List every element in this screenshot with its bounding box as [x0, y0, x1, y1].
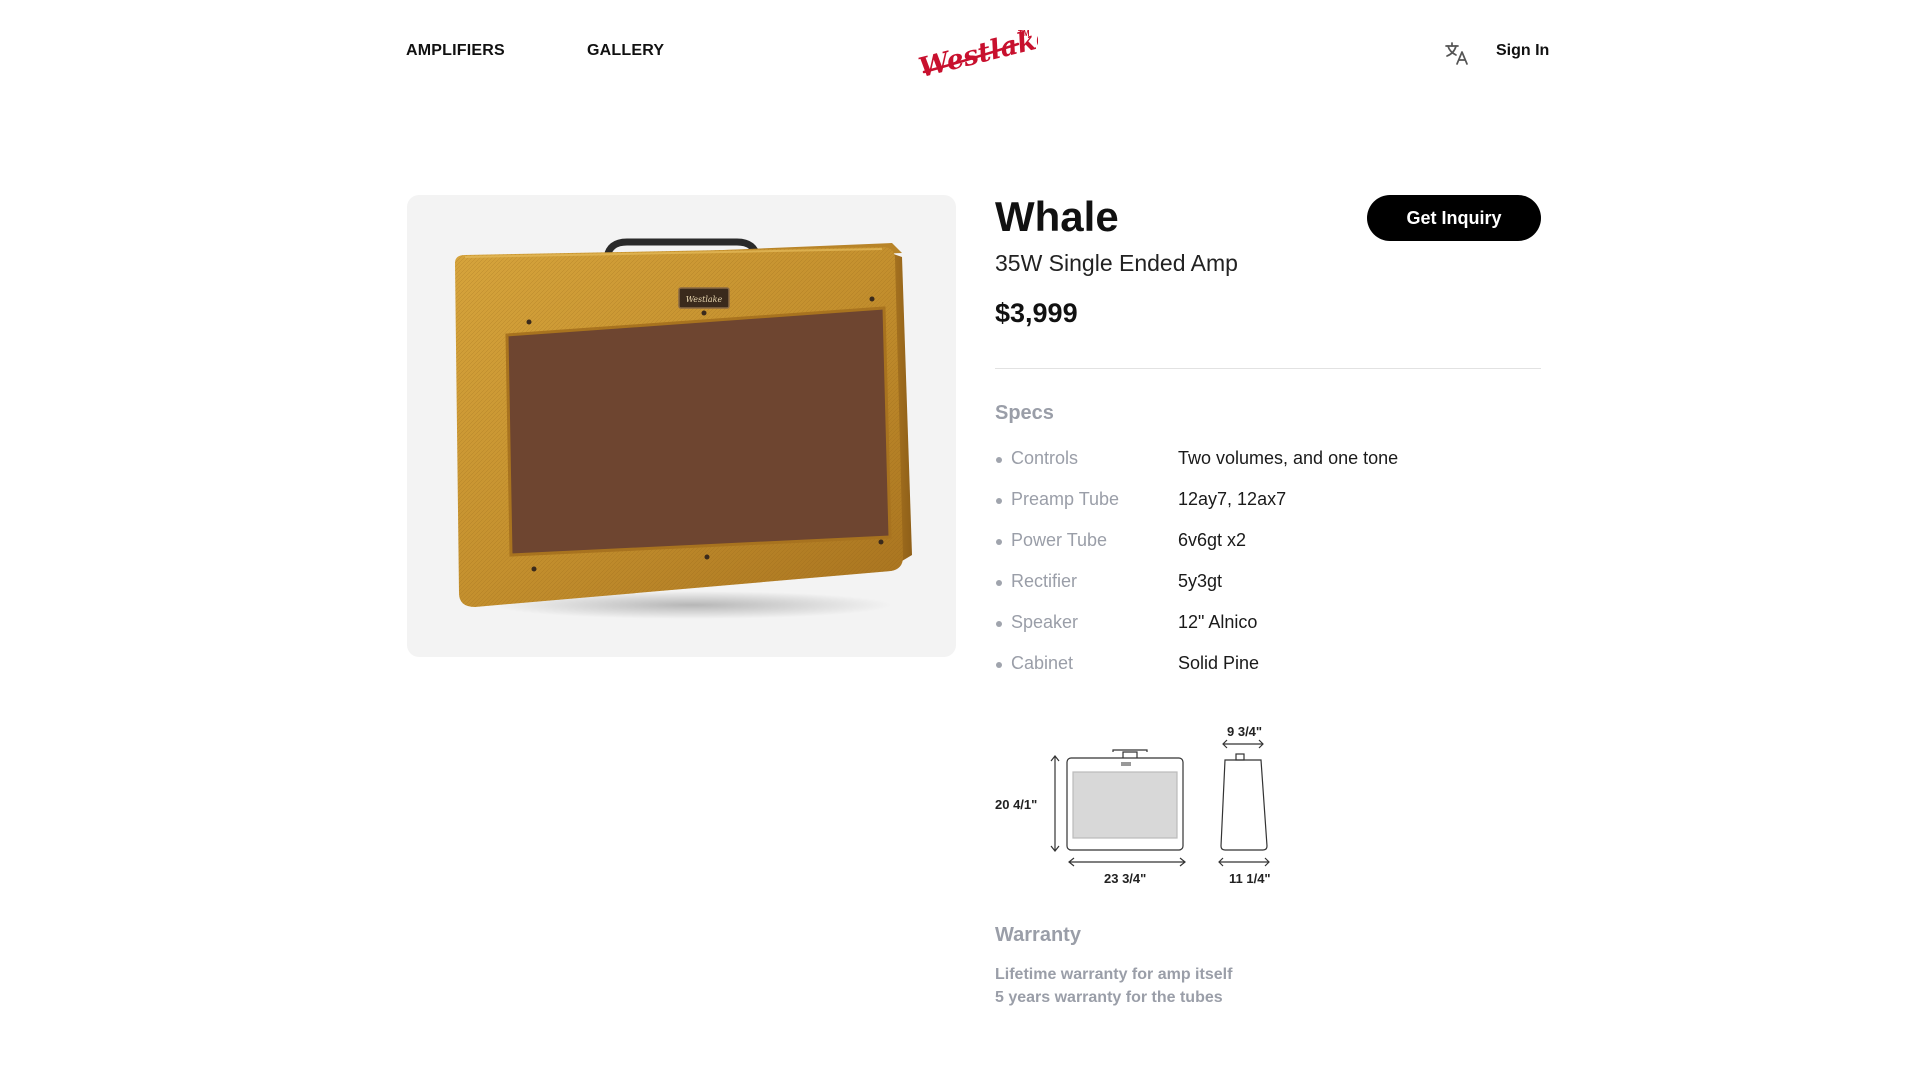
product-title: Whale — [995, 193, 1119, 240]
nav-amplifiers[interactable]: AMPLIFIERS — [406, 42, 505, 60]
bullet-icon — [996, 621, 1002, 627]
bullet-icon — [996, 457, 1002, 463]
bullet-icon — [996, 662, 1002, 668]
spec-row-power-tube: Power Tube 6v6gt x2 — [995, 530, 1541, 571]
spec-row-cabinet: Cabinet Solid Pine — [995, 653, 1541, 694]
spec-row-rectifier: Rectifier 5y3gt — [995, 571, 1541, 612]
warranty-line: Lifetime warranty for amp itself — [995, 966, 1233, 983]
spec-label: Speaker — [1011, 612, 1079, 632]
spec-label: Controls — [1011, 448, 1079, 468]
product-price: $3,999 — [995, 298, 1078, 328]
sign-in-link[interactable]: Sign In — [1496, 42, 1549, 60]
height-dimension: 20 4/1" — [995, 797, 1038, 812]
bullet-icon — [996, 539, 1002, 545]
specs-heading: Specs — [995, 402, 1054, 424]
divider — [995, 368, 1541, 369]
spec-list: Controls Two volumes, and one tone Pream… — [995, 448, 1541, 694]
svg-text:TM: TM — [1018, 29, 1030, 38]
spec-row-controls: Controls Two volumes, and one tone — [995, 448, 1541, 489]
spec-row-preamp-tube: Preamp Tube 12ay7, 12ax7 — [995, 489, 1541, 530]
depth-top-dimension: 9 3/4" — [1227, 724, 1263, 739]
spec-label: Power Tube — [1011, 530, 1108, 550]
spec-value: 12ay7, 12ax7 — [1178, 489, 1287, 509]
spec-label: Cabinet — [1011, 653, 1074, 673]
depth-bottom-dimension: 11 1/4" — [1229, 871, 1271, 886]
bullet-icon — [996, 498, 1002, 504]
spec-value: 5y3gt — [1178, 571, 1223, 591]
translate-icon[interactable] — [1443, 39, 1471, 67]
spec-label: Rectifier — [1011, 571, 1078, 591]
warranty-heading: Warranty — [995, 924, 1081, 946]
svg-text:Westlake: Westlake — [686, 295, 723, 304]
width-dimension: 23 3/4" — [1104, 871, 1147, 886]
get-inquiry-button[interactable]: Get Inquiry — [1367, 195, 1541, 241]
nav-gallery[interactable]: GALLERY — [587, 42, 664, 60]
product-subtitle: 35W Single Ended Amp — [995, 250, 1238, 276]
spec-label: Preamp Tube — [1011, 489, 1120, 509]
spec-value: 6v6gt x2 — [1178, 530, 1247, 550]
brand-logo[interactable]: Westlake TM — [914, 21, 1056, 84]
spec-value: 12" Alnico — [1178, 612, 1258, 632]
warranty-line: 5 years warranty for the tubes — [995, 989, 1223, 1006]
dimensions-diagram: 20 4/1" 23 3/4" 9 3/4" 11 1/4" — [995, 716, 1295, 886]
product-image: Westlake — [407, 195, 956, 657]
spec-value: Two volumes, and one tone — [1178, 448, 1399, 468]
spec-row-speaker: Speaker 12" Alnico — [995, 612, 1541, 653]
bullet-icon — [996, 580, 1002, 586]
spec-value: Solid Pine — [1178, 653, 1260, 673]
